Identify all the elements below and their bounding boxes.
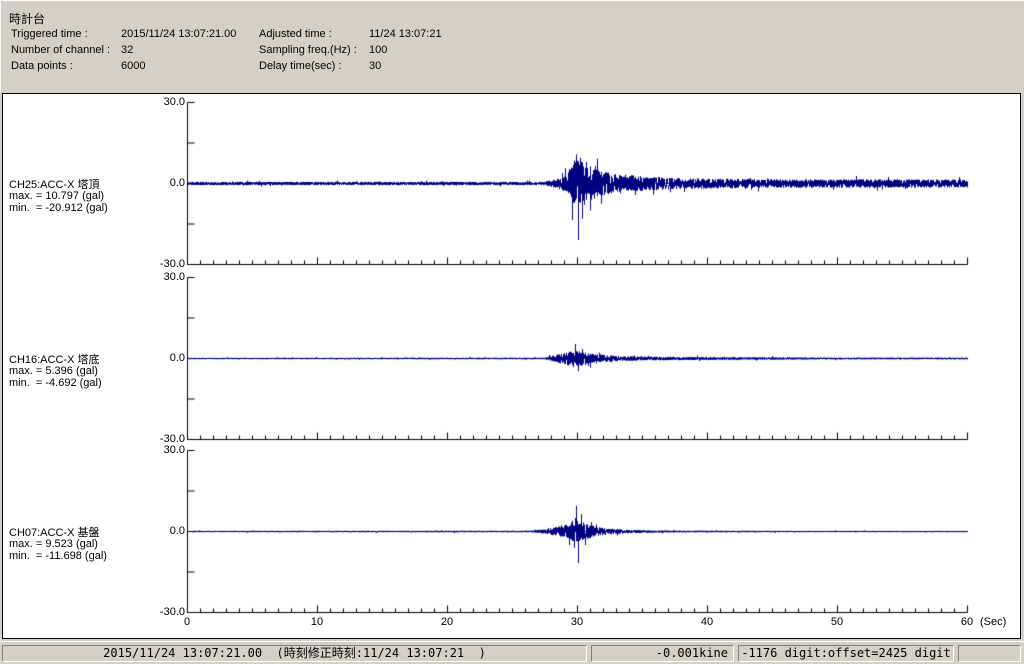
ch16-yzero-label: 0.0 (169, 352, 185, 364)
app-title: 時計台 (9, 12, 46, 26)
xtick-50: 50 (830, 616, 844, 628)
header-panel: 時計台 Triggered time : 2015/11/24 13:07:21… (0, 0, 1024, 92)
waveform-chart-panel: 30.0 0.0 -30.0 CH25:ACC-X 塔頂 max. = 10.7… (2, 93, 1021, 639)
ch07-min-value: min. = -11.698 (gal) (9, 550, 107, 562)
status-time-section: 2015/11/24 13:07:21.00 (時刻修正時刻:11/24 13:… (2, 645, 587, 662)
ch25-ymax-label: 30.0 (163, 96, 185, 108)
channel-count-value: 32 (121, 44, 134, 56)
x-axis-unit-label: (Sec) (980, 616, 1007, 628)
sampling-freq-label: Sampling freq.(Hz) : (259, 44, 357, 56)
ch16-max-value: max. = 5.396 (gal) (9, 365, 98, 377)
status-empty-section (958, 645, 1021, 662)
xtick-30: 30 (570, 616, 584, 628)
status-digit-section: -1176 digit:offset=2425 digit (738, 645, 954, 662)
xtick-10: 10 (310, 616, 324, 628)
ch25-min-value: min. = -20.912 (gal) (9, 202, 108, 214)
ch16-ymax-label: 30.0 (163, 271, 185, 283)
channel-count-label: Number of channel : (11, 44, 111, 56)
ch07-yzero-label: 0.0 (169, 525, 185, 537)
delay-time-value: 30 (369, 60, 382, 72)
ch07-waveform-canvas (179, 449, 979, 615)
ch25-ymin-label: -30.0 (159, 258, 185, 270)
ch07-ymax-label: 30.0 (163, 444, 185, 456)
xtick-20: 20 (440, 616, 454, 628)
seismograph-app-window: { "header": { "title": "時計台", "fields": … (0, 0, 1024, 664)
delay-time-label: Delay time(sec) : (259, 60, 342, 72)
xtick-40: 40 (700, 616, 714, 628)
ch16-waveform-canvas (179, 276, 979, 442)
ch25-max-value: max. = 10.797 (gal) (9, 190, 105, 202)
sampling-freq-value: 100 (369, 44, 388, 56)
ch25-waveform-canvas (179, 101, 979, 267)
status-kine-section: -0.001kine (591, 645, 734, 662)
status-bar: 2015/11/24 13:07:21.00 (時刻修正時刻:11/24 13:… (0, 641, 1024, 664)
triggered-time-value: 2015/11/24 13:07:21.00 (121, 28, 237, 40)
xtick-0: 0 (183, 616, 191, 628)
adjusted-time-value: 11/24 13:07:21 (369, 28, 442, 40)
ch25-yzero-label: 0.0 (169, 177, 185, 189)
ch16-min-value: min. = -4.692 (gal) (9, 377, 102, 389)
data-points-value: 6000 (121, 60, 146, 72)
adjusted-time-label: Adjusted time : (259, 28, 332, 40)
ch07-max-value: max. = 9.523 (gal) (9, 538, 98, 550)
data-points-label: Data points : (11, 60, 73, 72)
triggered-time-label: Triggered time : (11, 28, 88, 40)
